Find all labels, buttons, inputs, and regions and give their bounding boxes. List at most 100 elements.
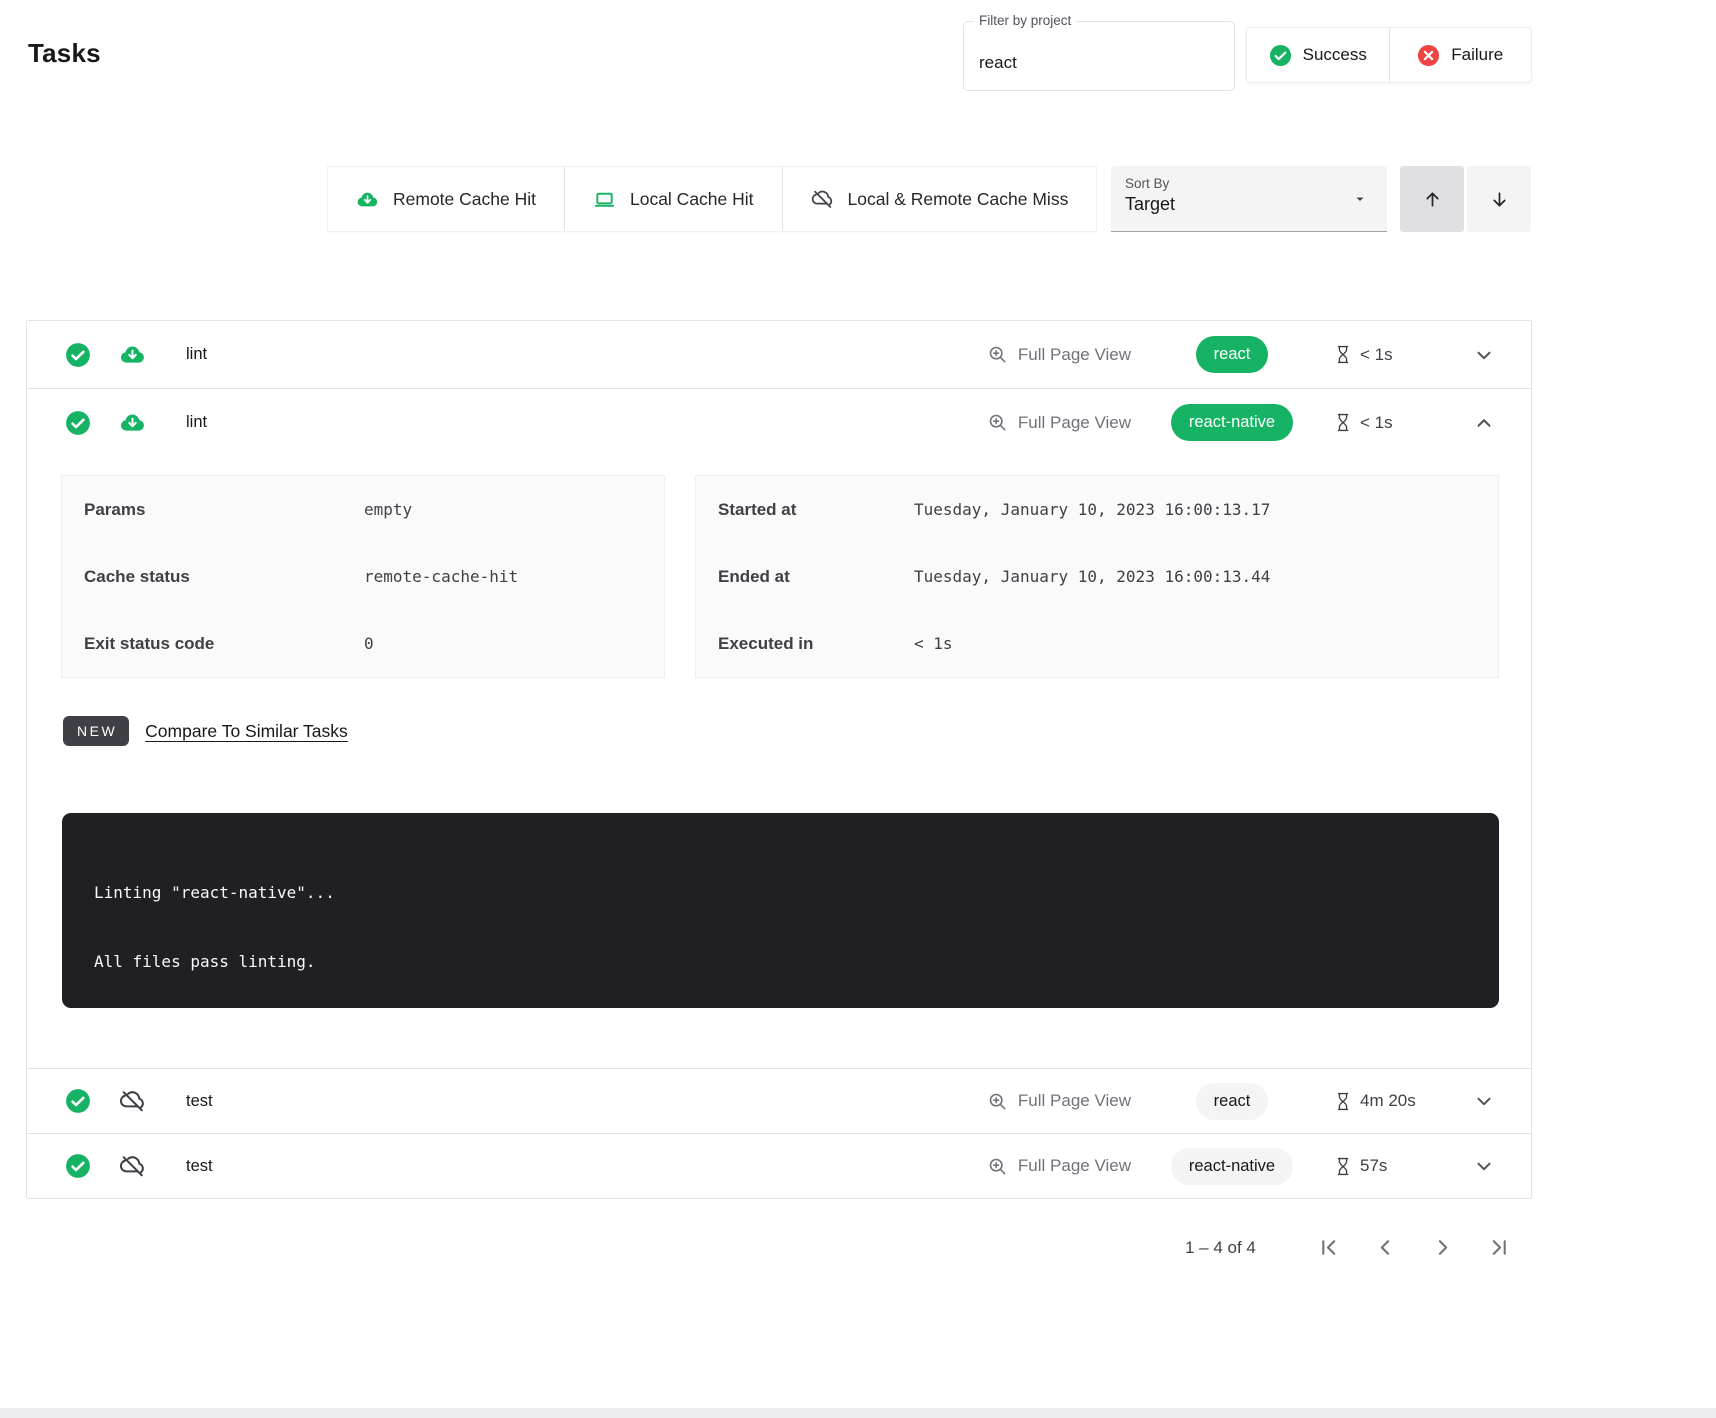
ended-at-value: Tuesday, January 10, 2023 16:00:13.44 <box>914 567 1270 586</box>
task-row: test Full Page View react 4m 20s <box>27 1069 1531 1134</box>
sort-by-label: Sort By <box>1125 176 1373 191</box>
cloud-off-icon <box>119 1088 146 1115</box>
cache-status-label: Cache status <box>84 567 364 587</box>
status-filter-group: Success Failure <box>1246 27 1532 83</box>
success-filter-label: Success <box>1303 45 1367 65</box>
detail-row-executed-in: Executed in < 1s <box>718 610 1476 677</box>
task-row-actions: Full Page View react < 1s <box>987 336 1499 373</box>
x-circle-icon <box>1417 44 1440 67</box>
zoom-in-icon <box>987 1156 1008 1177</box>
hourglass-icon <box>1335 345 1351 364</box>
executed-in-label: Executed in <box>718 634 914 654</box>
page-title: Tasks <box>28 38 101 69</box>
check-circle-icon <box>65 1153 91 1179</box>
expand-row-button[interactable] <box>1469 1151 1499 1181</box>
first-page-button[interactable] <box>1314 1233 1343 1262</box>
expand-row-button[interactable] <box>1469 1086 1499 1116</box>
full-page-view-button[interactable]: Full Page View <box>987 1156 1131 1177</box>
compare-to-similar-tasks-link[interactable]: Compare To Similar Tasks <box>145 721 348 742</box>
terminal-line: All files pass linting. <box>94 952 1467 971</box>
task-row-expanded: lint Full Page View react-native < 1s <box>27 389 1531 1069</box>
params-value: empty <box>364 500 412 519</box>
full-page-view-button[interactable]: Full Page View <box>987 344 1131 365</box>
task-duration: < 1s <box>1335 413 1431 433</box>
success-filter-button[interactable]: Success <box>1247 28 1389 82</box>
local-cache-hit-label: Local Cache Hit <box>630 189 754 210</box>
project-badge[interactable]: react-native <box>1171 404 1293 441</box>
cloud-download-icon <box>119 341 146 368</box>
chevron-left-icon <box>1373 1235 1398 1260</box>
failure-filter-button[interactable]: Failure <box>1389 28 1532 82</box>
caret-down-icon <box>1353 192 1367 206</box>
project-badge[interactable]: react <box>1196 336 1269 373</box>
cloud-download-icon <box>356 188 379 211</box>
sort-ascending-button[interactable] <box>1400 166 1464 232</box>
last-page-icon <box>1487 1235 1512 1260</box>
sort-by-select[interactable]: Sort By Target <box>1111 166 1387 232</box>
previous-page-button[interactable] <box>1371 1233 1400 1262</box>
remote-cache-hit-filter-button[interactable]: Remote Cache Hit <box>328 167 564 231</box>
chevron-down-icon <box>1473 1155 1495 1177</box>
task-target: test <box>186 1157 213 1176</box>
task-row-header[interactable]: test Full Page View react-native 57s <box>27 1134 1531 1198</box>
pagination: 1 – 4 of 4 <box>1185 1233 1514 1262</box>
task-row-actions: Full Page View react 4m 20s <box>987 1083 1499 1120</box>
detail-row-cache-status: Cache status remote-cache-hit <box>84 543 642 610</box>
task-duration: < 1s <box>1335 345 1431 365</box>
executed-in-value: < 1s <box>914 634 953 653</box>
task-row-header[interactable]: lint Full Page View react < 1s <box>27 321 1531 388</box>
cloud-off-icon <box>119 1153 146 1180</box>
project-badge[interactable]: react-native <box>1171 1148 1293 1185</box>
project-filter-label: Filter by project <box>974 13 1076 28</box>
cache-miss-label: Local & Remote Cache Miss <box>848 189 1069 210</box>
collapse-row-button[interactable] <box>1469 408 1499 438</box>
task-row: test Full Page View react-native 57s <box>27 1134 1531 1198</box>
zoom-in-icon <box>987 344 1008 365</box>
hourglass-icon <box>1335 1157 1351 1176</box>
task-detail-panel-left: Params empty Cache status remote-cache-h… <box>61 475 665 678</box>
task-row-actions: Full Page View react-native < 1s <box>987 404 1499 441</box>
laptop-icon <box>593 188 616 211</box>
full-page-view-label: Full Page View <box>1018 1156 1131 1176</box>
task-target: lint <box>186 345 207 364</box>
task-detail-panel-right: Started at Tuesday, January 10, 2023 16:… <box>695 475 1499 678</box>
exit-code-label: Exit status code <box>84 634 364 654</box>
cache-miss-filter-button[interactable]: Local & Remote Cache Miss <box>782 167 1097 231</box>
chevron-up-icon <box>1473 412 1495 434</box>
failure-filter-label: Failure <box>1451 45 1503 65</box>
last-page-button[interactable] <box>1485 1233 1514 1262</box>
task-target: lint <box>186 413 207 432</box>
expand-row-button[interactable] <box>1469 340 1499 370</box>
detail-row-exit-code: Exit status code 0 <box>84 610 642 677</box>
local-cache-hit-filter-button[interactable]: Local Cache Hit <box>564 167 782 231</box>
terminal-line: Linting "react-native"... <box>94 883 1467 902</box>
full-page-view-button[interactable]: Full Page View <box>987 412 1131 433</box>
sort-descending-button[interactable] <box>1467 166 1531 232</box>
hourglass-icon <box>1335 1092 1351 1111</box>
started-at-value: Tuesday, January 10, 2023 16:00:13.17 <box>914 500 1270 519</box>
check-circle-icon <box>65 342 91 368</box>
next-page-button[interactable] <box>1428 1233 1457 1262</box>
terminal-output: Linting "react-native"... All files pass… <box>62 813 1499 1008</box>
hourglass-icon <box>1335 413 1351 432</box>
task-list: lint Full Page View react < 1s <box>26 320 1532 1199</box>
task-row-actions: Full Page View react-native 57s <box>987 1148 1499 1185</box>
pagination-range: 1 – 4 of 4 <box>1185 1238 1256 1258</box>
task-row-header[interactable]: test Full Page View react 4m 20s <box>27 1069 1531 1133</box>
full-page-view-label: Full Page View <box>1018 413 1131 433</box>
first-page-icon <box>1316 1235 1341 1260</box>
project-filter-field[interactable]: Filter by project <box>963 21 1235 91</box>
compare-row: NEW Compare To Similar Tasks <box>63 716 1499 746</box>
params-label: Params <box>84 500 364 520</box>
full-page-view-button[interactable]: Full Page View <box>987 1091 1131 1112</box>
detail-row-ended-at: Ended at Tuesday, January 10, 2023 16:00… <box>718 543 1476 610</box>
project-filter-input[interactable] <box>964 22 1234 90</box>
remote-cache-hit-label: Remote Cache Hit <box>393 189 536 210</box>
full-page-view-label: Full Page View <box>1018 345 1131 365</box>
exit-code-value: 0 <box>364 634 374 653</box>
sort-by-value: Target <box>1125 194 1373 215</box>
scroll-edge-strip <box>0 1408 1716 1418</box>
task-row-header[interactable]: lint Full Page View react-native < 1s <box>27 389 1531 456</box>
project-badge[interactable]: react <box>1196 1083 1269 1120</box>
detail-row-started-at: Started at Tuesday, January 10, 2023 16:… <box>718 476 1476 543</box>
